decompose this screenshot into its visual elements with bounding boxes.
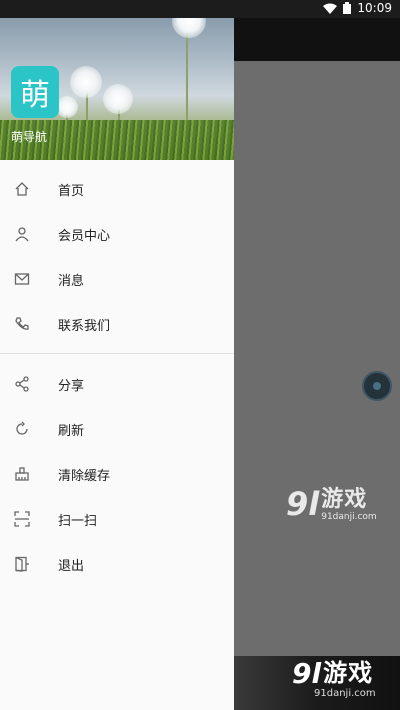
menu-item-home[interactable]: 首页 [0, 167, 234, 211]
menu-item-contact-us[interactable]: 联系我们 [0, 302, 234, 346]
menu-divider [0, 353, 234, 354]
mail-icon [13, 270, 31, 288]
menu-item-refresh[interactable]: 刷新 [0, 407, 234, 451]
drawer-header-image: 萌 萌导航 [0, 0, 234, 160]
menu-label: 首页 [58, 183, 85, 199]
menu-label: 分享 [58, 378, 85, 394]
menu-item-logout[interactable]: 退出 [0, 542, 234, 586]
menu-label: 扫一扫 [58, 513, 98, 529]
phone-icon [13, 315, 31, 333]
broom-icon [13, 465, 31, 483]
menu-label: 联系我们 [58, 318, 111, 334]
menu-item-messages[interactable]: 消息 [0, 257, 234, 301]
share-icon [13, 375, 31, 393]
menu-label: 消息 [58, 273, 85, 289]
menu-label: 会员中心 [58, 228, 111, 244]
exit-icon [13, 555, 31, 573]
home-icon [13, 180, 31, 198]
menu-label: 刷新 [58, 423, 85, 439]
status-bar: 10:09 [0, 0, 400, 18]
status-time: 10:09 [357, 1, 392, 15]
menu-label: 退出 [58, 558, 85, 574]
app-name: 萌导航 [11, 130, 48, 144]
refresh-icon [13, 420, 31, 438]
menu-label: 清除缓存 [58, 468, 111, 484]
menu-item-clear-cache[interactable]: 清除缓存 [0, 452, 234, 496]
floating-action-button[interactable] [362, 371, 392, 401]
scan-icon [13, 510, 31, 528]
watermark-bottom: 9l 游戏 91danji.com [292, 657, 376, 700]
wifi-icon [323, 3, 338, 14]
battery-icon [343, 2, 352, 14]
watermark-center: 9l 游戏 91danji.com [286, 485, 377, 523]
menu-item-scan[interactable]: 扫一扫 [0, 497, 234, 541]
user-icon [13, 225, 31, 243]
app-toolbar [234, 18, 400, 61]
menu-item-share[interactable]: 分享 [0, 362, 234, 406]
app-logo: 萌 [11, 66, 59, 118]
menu-item-member-center[interactable]: 会员中心 [0, 212, 234, 256]
navigation-drawer: 萌 萌导航 首页 会员中心 消息 联系我们 分享 刷新 清除缓存 扫一扫 退出 [0, 0, 234, 710]
